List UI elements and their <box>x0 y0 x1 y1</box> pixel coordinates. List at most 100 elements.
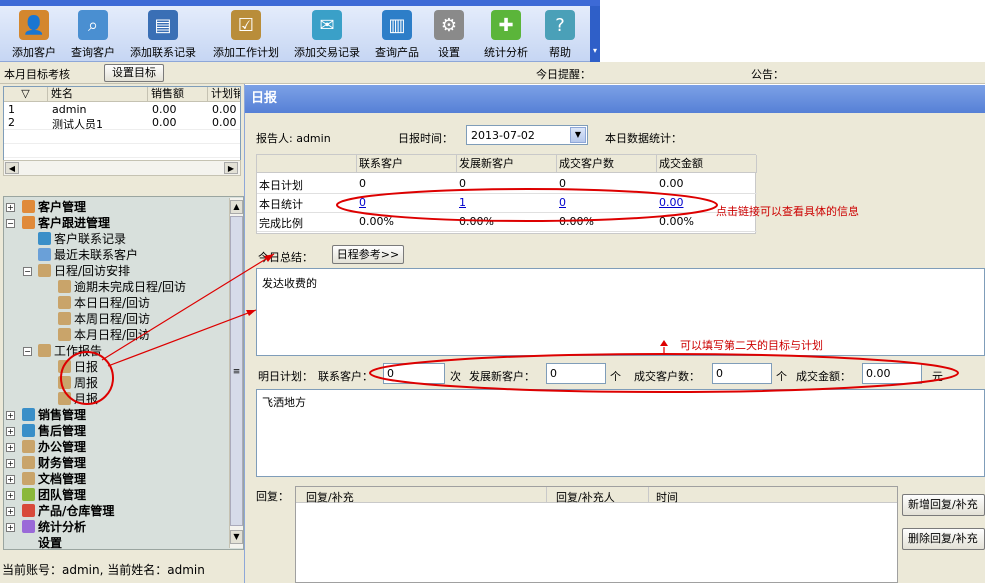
tree-item[interactable]: 工作报告 <box>38 343 102 359</box>
stats-col-header: 成交金额 <box>657 155 757 173</box>
tree-item[interactable]: 设置 <box>22 535 62 549</box>
expand-icon[interactable]: + <box>6 443 15 452</box>
stats-link[interactable]: 0 <box>559 196 566 209</box>
scroll-up-icon[interactable]: ▲ <box>230 200 243 214</box>
toolbar-button-4[interactable]: ✉ 添加交易记录 <box>288 8 366 60</box>
tree-item[interactable]: 产品/仓库管理 <box>22 503 114 519</box>
tree-item[interactable]: 本日日程/回访 <box>58 295 150 311</box>
expand-icon[interactable]: + <box>6 523 15 532</box>
fill-plan-note: 可以填写第二天的目标与计划 <box>680 339 823 352</box>
grid-col-header[interactable]: 姓名 <box>48 87 148 102</box>
contact-count-input[interactable]: 0 <box>383 363 445 384</box>
scroll-right-icon[interactable]: ▶ <box>224 162 238 174</box>
toolbar-button-8[interactable]: ? 帮助 <box>538 8 582 60</box>
new-customer-input[interactable]: 0 <box>546 363 606 384</box>
summary-textarea[interactable]: 发达收费的 <box>256 268 985 356</box>
tree-item[interactable]: 客户管理 <box>22 199 86 215</box>
deal-amount-value: 0.00 <box>866 367 891 380</box>
collapse-icon[interactable]: − <box>23 267 32 276</box>
toolbar-button-5[interactable]: ▥ 查询产品 <box>368 8 426 60</box>
dialog-title: 日报 <box>245 85 985 113</box>
calendar-icon <box>58 376 71 389</box>
toolbar-button-3[interactable]: ☑ 添加工作计划 <box>206 8 286 60</box>
expand-icon[interactable]: + <box>6 491 15 500</box>
table-cell: 1 <box>8 103 15 116</box>
tomorrow-plan-label: 明日计划： <box>258 370 313 383</box>
tree-item[interactable]: 文档管理 <box>22 471 86 487</box>
tree-item[interactable]: 客户联系记录 <box>38 231 126 247</box>
tree-item-label: 周报 <box>74 376 99 390</box>
tree-item[interactable]: 本周日程/回访 <box>58 311 150 327</box>
tree-item[interactable]: 月报 <box>58 391 98 407</box>
expand-icon[interactable]: + <box>6 507 15 516</box>
book-icon: ▥ <box>382 10 412 40</box>
tree-item-label: 销售管理 <box>38 408 87 422</box>
toolbar-button-label: 帮助 <box>549 46 571 59</box>
scroll-left-icon[interactable]: ◀ <box>5 162 19 174</box>
schedule-reference-button[interactable]: 日程参考>> <box>332 245 404 264</box>
calendar-icon <box>22 472 35 485</box>
toolbar-button-7[interactable]: ✚ 统计分析 <box>478 8 534 60</box>
tree-item[interactable]: 团队管理 <box>22 487 86 503</box>
toolbar-button-1[interactable]: ⌕ 查询客户 <box>66 8 120 60</box>
grid-col-header[interactable]: 计划销 <box>208 87 240 102</box>
tree-vscrollbar[interactable]: ▲ ≡ ▼ <box>229 198 243 548</box>
set-target-button[interactable]: 设置目标 <box>104 64 164 82</box>
stats-link[interactable]: 0 <box>359 196 366 209</box>
scroll-thumb[interactable]: ≡ <box>230 216 243 526</box>
calendar-icon <box>58 312 71 325</box>
chevron-down-icon[interactable]: ▼ <box>570 127 586 143</box>
tree-item[interactable]: 日报 <box>58 359 98 375</box>
reply-label: 回复： <box>256 490 289 503</box>
add-reply-button[interactable]: 新增回复/补充 <box>902 494 985 516</box>
tree-item[interactable]: 日程/回访安排 <box>38 263 130 279</box>
collapse-icon[interactable]: − <box>23 347 32 356</box>
tree-item[interactable]: 统计分析 <box>22 519 86 535</box>
tree-item[interactable]: 周报 <box>58 375 98 391</box>
table-row[interactable]: 1 admin 0.00 0.00 <box>4 103 240 116</box>
tree-item-label: 日报 <box>74 360 99 374</box>
calendar-icon <box>58 360 71 373</box>
toolbar-button-6[interactable]: ⚙ 设置 <box>430 8 468 60</box>
report-date-label: 日报时间： <box>398 132 453 145</box>
magnifier-icon: ⌕ <box>78 10 108 40</box>
summary-label: 今日总结： <box>258 251 313 264</box>
report-date-picker[interactable]: 2013-07-02 ▼ <box>466 125 588 145</box>
toolbar-button-0[interactable]: 👤 添加客户 <box>6 8 62 60</box>
toolbar-overflow-chevron-icon[interactable]: ▾ <box>590 6 600 62</box>
tree-item[interactable]: 财务管理 <box>22 455 86 471</box>
calendar-icon <box>58 296 71 309</box>
toolbar-button-2[interactable]: ▤ 添加联系记录 <box>124 8 202 60</box>
stats-cell: 0 <box>459 177 466 190</box>
tree-item[interactable]: 客户跟进管理 <box>22 215 110 231</box>
tree-item-label: 客户管理 <box>38 200 87 214</box>
tree-item[interactable]: 销售管理 <box>22 407 86 423</box>
grid-col-header[interactable]: ▽ <box>4 87 48 102</box>
expand-icon[interactable]: + <box>6 427 15 436</box>
stats-link[interactable]: 0.00 <box>659 196 684 209</box>
expand-icon[interactable]: + <box>6 459 15 468</box>
grid-hscrollbar[interactable]: ◀ ▶ <box>3 160 241 176</box>
stats-cell: 0 <box>559 177 566 190</box>
delete-reply-button[interactable]: 删除回复/补充 <box>902 528 985 550</box>
collapse-icon[interactable]: − <box>6 219 15 228</box>
tree-item-label: 售后管理 <box>38 424 87 438</box>
grid-col-header[interactable]: 销售额 <box>148 87 208 102</box>
gear-icon: ⚙ <box>434 10 464 40</box>
report-date-value: 2013-07-02 <box>471 129 535 142</box>
tree-item[interactable]: 逾期未完成日程/回访 <box>58 279 186 295</box>
plan-textarea[interactable]: 飞洒地方 <box>256 389 985 477</box>
expand-icon[interactable]: + <box>6 411 15 420</box>
tree-item[interactable]: 办公管理 <box>22 439 86 455</box>
expand-icon[interactable]: + <box>6 203 15 212</box>
expand-icon[interactable]: + <box>6 475 15 484</box>
table-row[interactable]: 2 测试人员1 0.00 0.00 <box>4 116 240 131</box>
deal-count-input[interactable]: 0 <box>712 363 772 384</box>
tree-item[interactable]: 售后管理 <box>22 423 86 439</box>
scroll-down-icon[interactable]: ▼ <box>230 530 243 544</box>
tree-item[interactable]: 最近未联系客户 <box>38 247 138 263</box>
tree-item[interactable]: 本月日程/回访 <box>58 327 150 343</box>
deal-amount-input[interactable]: 0.00 <box>862 363 922 384</box>
stats-link[interactable]: 1 <box>459 196 466 209</box>
reply-list[interactable]: 回复/补充 回复/补充人 时间 <box>295 486 898 583</box>
